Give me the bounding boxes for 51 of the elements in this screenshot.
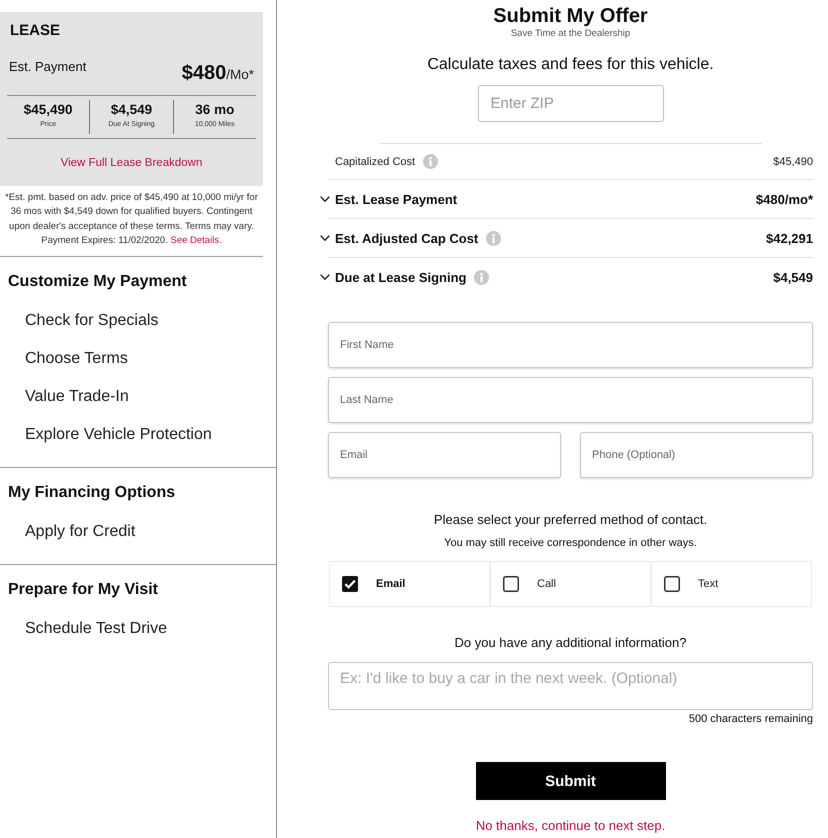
zip-prompt: Calculate taxes and fees for this vehicle.: [427, 55, 714, 75]
cost-value: $42,291: [766, 230, 813, 246]
lease-breakdown-link[interactable]: View Full Lease Breakdown: [60, 155, 202, 171]
section-heading: Prepare for My Visit: [8, 580, 158, 600]
payment-unit: /Mo*: [226, 66, 254, 84]
stat-value: $4,549: [110, 101, 152, 118]
lease-title: LEASE: [9, 21, 62, 41]
contact-note: You may still receive correspondence in other ways.: [444, 536, 697, 550]
input-field[interactable]: Phone (Optional): [580, 432, 813, 478]
section-heading: Customize My Payment: [8, 272, 187, 292]
sidebar-link[interactable]: Apply for Credit: [25, 522, 136, 542]
cost-value: $480/mo*: [756, 192, 813, 206]
checkbox[interactable]: [503, 576, 519, 592]
additional-info-prompt: Do you have any additional information?: [454, 635, 686, 651]
checkbox[interactable]: [664, 576, 680, 592]
cost-label[interactable]: Est. Adjusted Cap Cost: [335, 230, 478, 246]
input-field[interactable]: Email: [328, 432, 561, 478]
stat-value: $45,490: [24, 101, 73, 118]
input-field[interactable]: Last Name: [328, 377, 813, 423]
cost-value: $4,549: [773, 270, 813, 284]
see-details-link[interactable]: See Details.: [170, 235, 222, 246]
character-counter: 500 characters remaining: [688, 712, 813, 726]
payment-label: Est. Payment: [9, 58, 86, 76]
sidebar-link[interactable]: Check for Specials: [25, 310, 158, 331]
sidebar-link[interactable]: Schedule Test Drive: [25, 618, 167, 639]
sidebar-link[interactable]: Explore Vehicle Protection: [25, 424, 212, 445]
zip-field[interactable]: Enter ZIP: [478, 85, 664, 122]
contact-option-label[interactable]: Email: [376, 578, 406, 590]
cost-label[interactable]: Due at Lease Signing: [335, 270, 466, 284]
chevron-down-icon[interactable]: [320, 235, 330, 241]
sidebar-link[interactable]: Choose Terms: [25, 348, 128, 369]
offer-subtitle: Save Time at the Dealership: [510, 28, 630, 39]
cost-label: Capitalized Cost: [335, 156, 416, 168]
contact-prompt: Please select your preferred method of contact.: [434, 512, 708, 528]
stat-value: 36 mo: [195, 101, 234, 118]
checkbox[interactable]: [342, 576, 358, 592]
comments-field[interactable]: Ex: I'd like to buy a car in the next week. (Optional): [328, 662, 813, 710]
chevron-down-icon[interactable]: [320, 196, 330, 202]
cost-label[interactable]: Est. Lease Payment: [335, 192, 458, 206]
input-field[interactable]: First Name: [328, 322, 813, 368]
disclaimer-text: *Est. pmt. based on adv. price of $45,490 at 10,000 mi/yr for 36 mos with $4,549 down for qualified buyers. Contingent upon dealer's acceptance of these terms. Terms may vary. Payment Expires: 11/02/2020. See Details.: [0, 191, 263, 257]
chevron-down-icon[interactable]: [320, 274, 330, 280]
section-heading: My Financing Options: [8, 482, 176, 503]
offer-title: Submit My Offer: [493, 4, 648, 28]
contact-option-label[interactable]: Call: [537, 578, 556, 590]
submit-button[interactable]: Submit: [476, 762, 666, 800]
payment-amount: $480: [182, 61, 226, 86]
sidebar-link[interactable]: Value Trade-In: [25, 386, 129, 407]
cost-value: $45,490: [773, 156, 813, 168]
contact-option-label[interactable]: Text: [698, 578, 718, 590]
skip-link[interactable]: No thanks, continue to next step.: [476, 818, 666, 834]
